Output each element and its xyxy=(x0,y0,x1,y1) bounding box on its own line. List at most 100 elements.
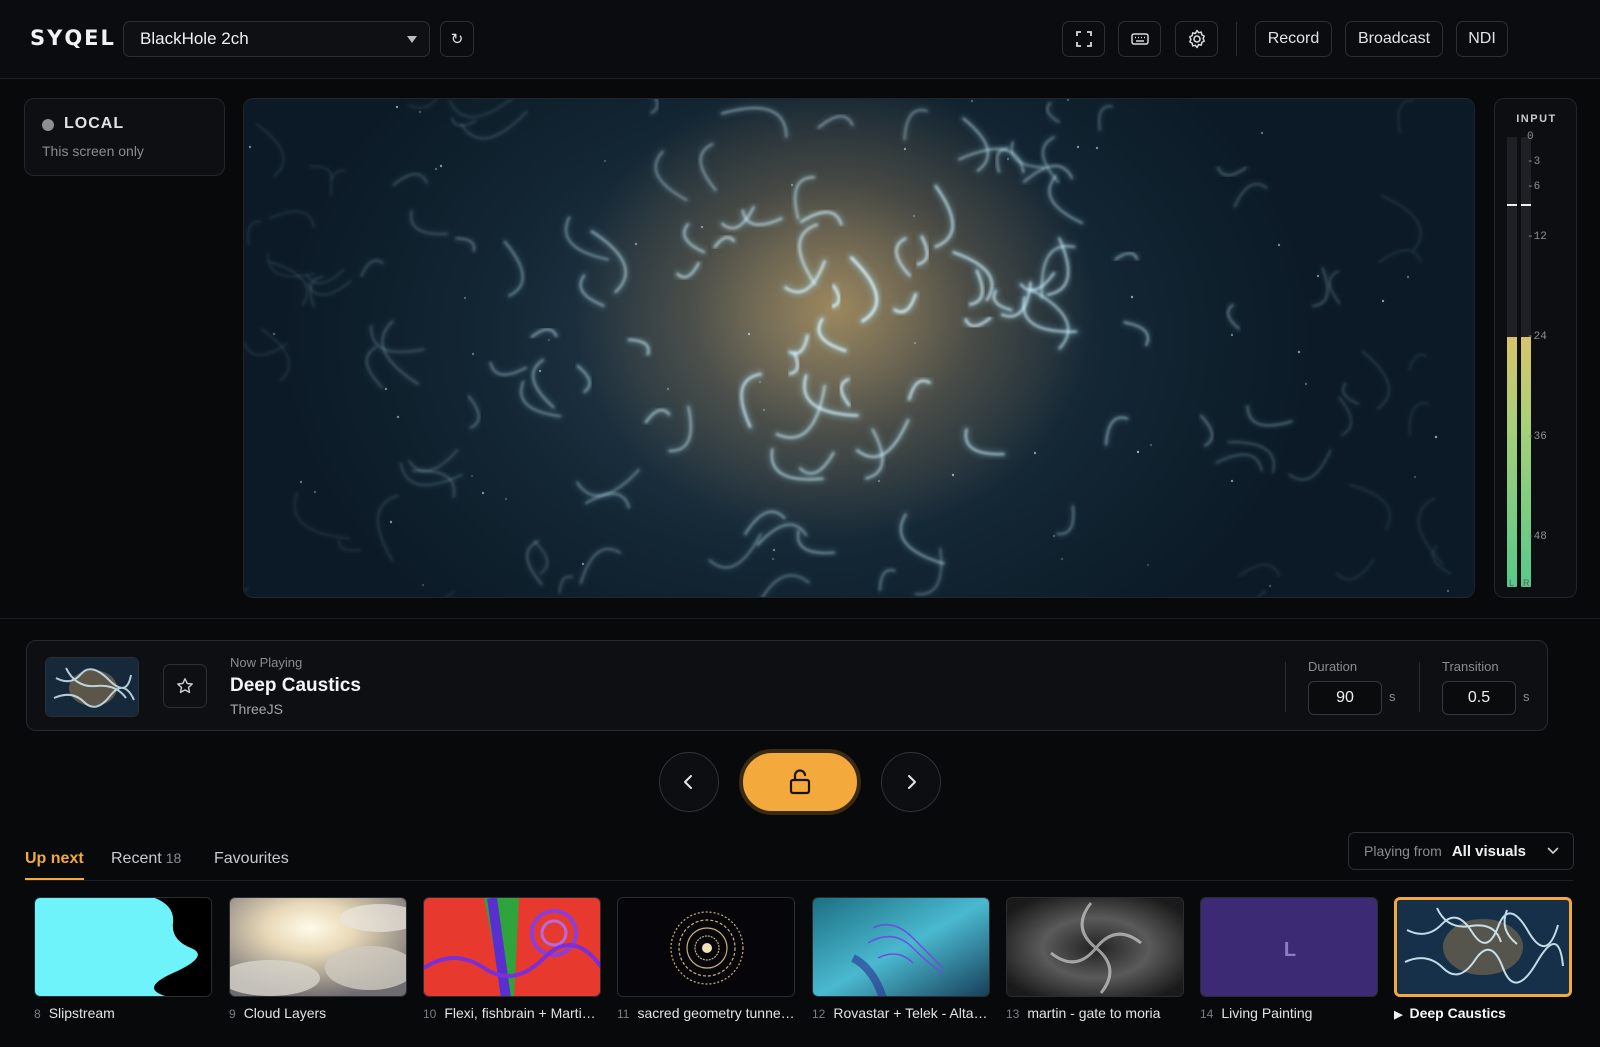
tab-favourites[interactable]: Favourites xyxy=(214,850,289,868)
chevron-down-icon xyxy=(1547,847,1559,855)
meter-channel-right: R xyxy=(1523,578,1530,588)
refresh-devices-button[interactable]: ↻ xyxy=(440,21,474,57)
favourite-button[interactable] xyxy=(163,664,207,708)
tab-recent-label: Recent xyxy=(111,850,162,867)
lock-visual-button[interactable] xyxy=(739,749,861,815)
active-tab-indicator xyxy=(25,878,84,880)
meter-tick-label: -48 xyxy=(1527,531,1547,543)
duration-unit: s xyxy=(1389,689,1396,704)
meter-title: INPUT xyxy=(1516,113,1557,125)
queue-item-caption: 9 Cloud Layers xyxy=(229,1005,413,1021)
keyboard-shortcuts-button[interactable] xyxy=(1118,21,1161,57)
meter-peak-left xyxy=(1507,203,1517,206)
queue-item-title: Living Painting xyxy=(1221,1005,1313,1021)
settings-button[interactable] xyxy=(1175,21,1218,57)
queue-item[interactable]: 13 martin - gate to moria xyxy=(1006,897,1184,1021)
playing-from-label: Playing from xyxy=(1364,843,1442,859)
queue-item-number: 9 xyxy=(229,1007,236,1021)
queue-item-number: 8 xyxy=(34,1007,41,1021)
output-target-subtitle: This screen only xyxy=(42,143,144,159)
meter-tick-label: -36 xyxy=(1527,431,1547,443)
queue-item-number: 11 xyxy=(617,1007,630,1021)
meter-tick-label: -6 xyxy=(1527,181,1541,193)
meter-peak-right xyxy=(1521,203,1531,206)
queue-item-caption: 11 sacred geometry tunne… xyxy=(617,1005,801,1021)
now-playing-engine: ThreeJS xyxy=(230,701,283,717)
queue-item[interactable]: 9 Cloud Layers xyxy=(229,897,407,1021)
fullscreen-icon xyxy=(1075,31,1092,47)
transition-label: Transition xyxy=(1442,659,1499,674)
meter-bar-right xyxy=(1521,137,1531,587)
lock-open-icon xyxy=(789,769,811,795)
meter-channel-left: L xyxy=(1509,578,1515,588)
queue-item-number: 10 xyxy=(423,1007,437,1021)
queue-item-caption: 10 Flexi, fishbrain + Marti… xyxy=(423,1005,607,1021)
meter-tick-label: 0 xyxy=(1527,131,1534,143)
chevron-left-icon xyxy=(684,775,692,789)
recent-count-badge: 18 xyxy=(165,850,182,866)
now-playing-title: Deep Caustics xyxy=(230,675,361,696)
caustics-visual xyxy=(244,99,1453,597)
now-playing-card: Now Playing Deep Caustics ThreeJS Durati… xyxy=(26,640,1548,731)
audio-device-select[interactable]: BlackHole 2ch xyxy=(123,21,430,57)
star-icon xyxy=(177,678,193,694)
duration-input[interactable]: 90 xyxy=(1308,681,1382,715)
queue-item-caption: 8 Slipstream xyxy=(34,1005,218,1021)
tab-recent[interactable]: Recent 18 xyxy=(111,850,181,868)
record-button[interactable]: Record xyxy=(1255,21,1332,57)
queue-item-title: Deep Caustics xyxy=(1409,1005,1506,1021)
queue-item-thumbnail xyxy=(229,897,407,997)
queue-item-number: 14 xyxy=(1200,1007,1214,1021)
meter-bar-left xyxy=(1507,137,1517,587)
input-level-meter: INPUT 0 -3 -6 -12 -24 -36 -48 L R xyxy=(1494,98,1577,598)
queue-item-thumbnail xyxy=(1006,897,1184,997)
queue-item-thumbnail xyxy=(423,897,601,997)
previous-visual-button[interactable] xyxy=(659,752,719,812)
output-target-card[interactable]: LOCAL This screen only xyxy=(24,98,225,176)
transition-input[interactable]: 0.5 xyxy=(1442,681,1516,715)
field-divider xyxy=(1419,662,1420,712)
section-divider xyxy=(0,618,1600,619)
queue-letter: L xyxy=(1284,939,1296,961)
meter-tick-label: -12 xyxy=(1527,231,1547,243)
next-visual-button[interactable] xyxy=(881,752,941,812)
queue-item-number: 13 xyxy=(1006,1007,1020,1021)
queue-item[interactable]: 8 Slipstream xyxy=(34,897,212,1021)
audio-device-value: BlackHole 2ch xyxy=(140,29,249,48)
queue-item[interactable]: 11 sacred geometry tunne… xyxy=(617,897,795,1021)
transition-unit: s xyxy=(1523,689,1530,704)
now-playing-thumbnail xyxy=(45,657,139,717)
queue-item-title: martin - gate to moria xyxy=(1027,1005,1161,1021)
status-dot xyxy=(42,119,54,131)
toolbar-divider xyxy=(1236,22,1237,56)
queue-item-thumbnail xyxy=(1394,897,1572,997)
tabs-divider xyxy=(25,880,1573,881)
keyboard-icon xyxy=(1130,33,1149,45)
queue-item-title: Rovastar + Telek - Alta… xyxy=(833,1005,988,1021)
queue-item[interactable]: L 14 Living Painting xyxy=(1200,897,1378,1021)
meter-tick-label: -3 xyxy=(1527,156,1541,168)
broadcast-button[interactable]: Broadcast xyxy=(1345,21,1443,57)
output-target-title: LOCAL xyxy=(64,115,125,132)
now-playing-label: Now Playing xyxy=(230,655,303,670)
playing-from-select[interactable]: Playing from All visuals xyxy=(1348,832,1574,870)
ndi-button[interactable]: NDI xyxy=(1456,21,1508,57)
queue-item-thumbnail xyxy=(34,897,212,997)
fullscreen-button[interactable] xyxy=(1062,21,1105,57)
meter-tick-label: -24 xyxy=(1527,331,1547,343)
tab-up-next[interactable]: Up next xyxy=(25,850,84,868)
field-divider xyxy=(1285,662,1286,712)
caret-down-icon xyxy=(407,36,417,43)
playing-from-value: All visuals xyxy=(1451,842,1527,860)
play-icon: ▶ xyxy=(1394,1009,1403,1021)
queue-item-title: sacred geometry tunne… xyxy=(637,1005,795,1021)
duration-label: Duration xyxy=(1308,659,1358,674)
settings-icon xyxy=(1188,29,1205,49)
queue-item-caption: 14 Living Painting xyxy=(1200,1005,1384,1021)
queue-item-title: Slipstream xyxy=(48,1005,115,1021)
queue-item[interactable]: 10 Flexi, fishbrain + Marti… xyxy=(423,897,601,1021)
visual-preview[interactable] xyxy=(243,98,1475,598)
queue-item[interactable]: 12 Rovastar + Telek - Alta… xyxy=(812,897,990,1021)
queue-item[interactable]: ▶ Deep Caustics xyxy=(1394,897,1572,1021)
meter-fill-left xyxy=(1507,337,1517,587)
